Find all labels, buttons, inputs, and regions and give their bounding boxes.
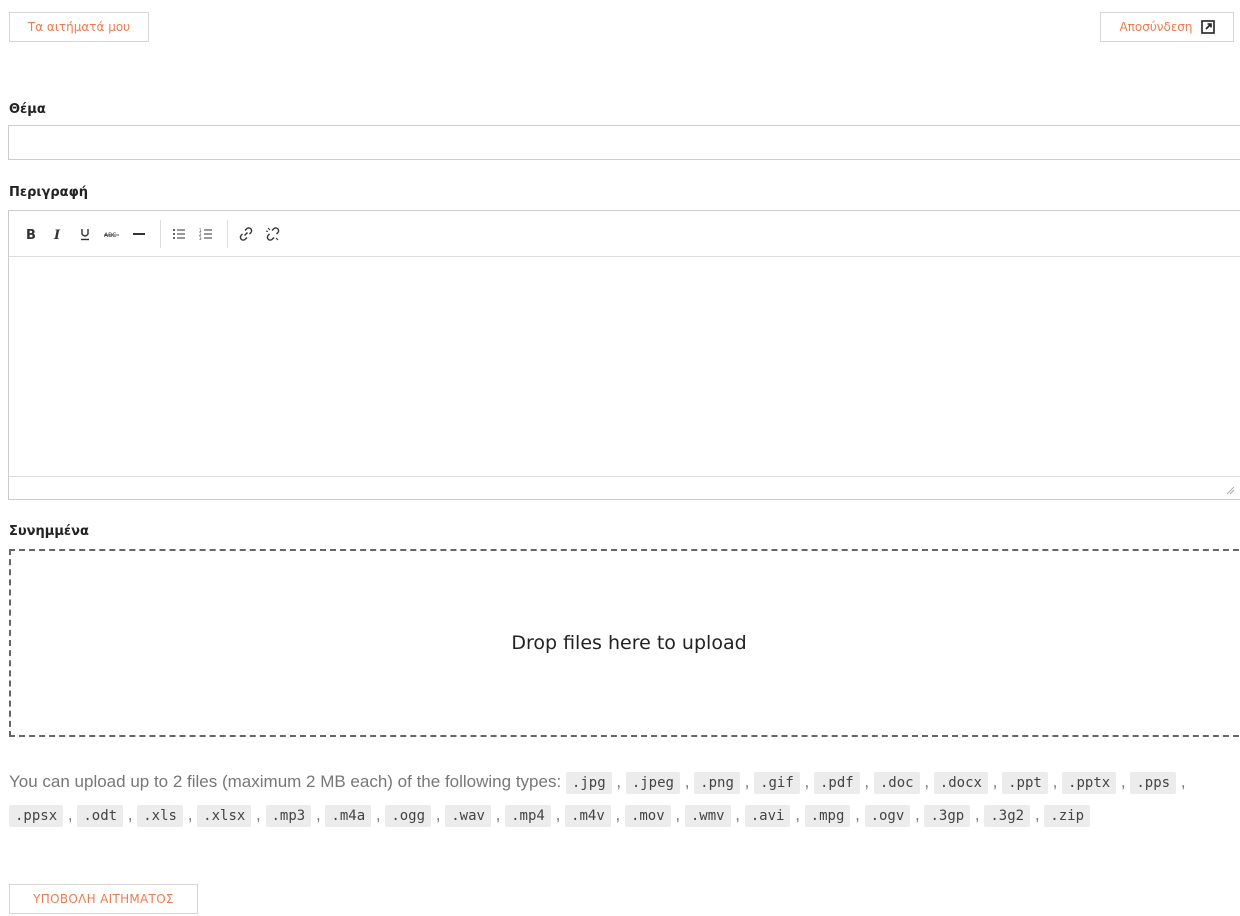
file-type-tag: .png xyxy=(694,772,740,794)
numbered-list-icon: 123 xyxy=(199,228,212,241)
file-type-tag: .wav xyxy=(445,805,491,827)
numbered-list-button[interactable]: 123 xyxy=(194,222,218,246)
bullet-list-icon xyxy=(173,228,185,239)
file-type-tag: .avi xyxy=(744,805,791,827)
strikethrough-icon: ABC xyxy=(104,232,119,239)
toolbar-separator xyxy=(227,219,228,248)
unlink-button[interactable] xyxy=(261,222,285,246)
resize-handle-icon[interactable] xyxy=(1225,485,1235,495)
bold-icon: B xyxy=(26,228,36,241)
attachments-label: Συνημμένα xyxy=(9,524,89,539)
editor-content-area[interactable] xyxy=(9,257,1240,477)
underline-button[interactable] xyxy=(73,222,97,246)
file-type-tag: .mp3 xyxy=(265,805,312,827)
logout-button[interactable]: Αποσύνδεση xyxy=(1100,12,1234,42)
file-type-tag: .m4v xyxy=(565,805,611,827)
dropzone-text: Drop files here to upload xyxy=(511,632,747,654)
file-type-tag: .jpg xyxy=(565,772,612,794)
file-type-tag: .ppt xyxy=(1002,772,1048,794)
file-type-tag: .mpg xyxy=(804,805,851,827)
subject-input[interactable] xyxy=(8,125,1240,160)
italic-icon: I xyxy=(53,228,61,241)
link-icon xyxy=(239,226,253,241)
unlink-icon xyxy=(265,226,280,241)
file-type-tag: .3gp xyxy=(924,805,971,827)
file-type-tag: .gif xyxy=(754,772,800,794)
file-type-tag: .doc xyxy=(873,772,920,794)
description-editor: B I ABC 123 xyxy=(8,210,1240,500)
file-type-tag: .xls xyxy=(137,805,183,827)
italic-button[interactable]: I xyxy=(46,222,70,246)
file-dropzone[interactable]: Drop files here to upload xyxy=(9,549,1240,737)
link-button[interactable] xyxy=(234,222,258,246)
external-link-icon xyxy=(1200,20,1215,34)
file-type-tag: .3g2 xyxy=(984,805,1031,827)
subject-label: Θέμα xyxy=(9,102,46,117)
strikethrough-button[interactable]: ABC xyxy=(100,222,124,246)
logout-label: Αποσύνδεση xyxy=(1119,20,1193,34)
file-type-tag: .ppsx xyxy=(9,805,64,827)
svg-text:3: 3 xyxy=(199,236,202,241)
upload-info-text: You can upload up to 2 files (maximum 2 … xyxy=(9,772,562,791)
my-tickets-button[interactable]: Τα αιτήματά μου xyxy=(9,12,149,42)
submit-ticket-button[interactable]: ΥΠΟΒΟΛΗ ΑΙΤΗΜΑΤΟΣ xyxy=(9,884,198,914)
description-label: Περιγραφή xyxy=(9,185,89,200)
svg-text:ABC: ABC xyxy=(104,232,116,239)
svg-text:I: I xyxy=(53,228,61,241)
submit-label: ΥΠΟΒΟΛΗ ΑΙΤΗΜΑΤΟΣ xyxy=(33,892,174,906)
file-type-tag: .mov xyxy=(624,805,671,827)
toolbar-separator xyxy=(160,219,161,248)
file-type-tag: .pdf xyxy=(813,772,860,794)
bullet-list-button[interactable] xyxy=(167,222,191,246)
file-type-tag: .zip xyxy=(1044,805,1090,827)
file-type-tag: .jpeg xyxy=(625,772,680,794)
underline-icon xyxy=(81,228,89,240)
my-tickets-label: Τα αιτήματά μου xyxy=(27,20,131,34)
file-type-tag: .mp4 xyxy=(505,805,551,827)
bold-button[interactable]: B xyxy=(19,222,43,246)
file-type-tag: .wmv xyxy=(684,805,731,827)
file-type-tag: .pps xyxy=(1130,772,1177,794)
editor-statusbar xyxy=(9,476,1240,499)
svg-text:B: B xyxy=(26,228,36,241)
editor-toolbar: B I ABC 123 xyxy=(9,211,1240,257)
file-type-tag: .pptx xyxy=(1062,772,1117,794)
file-type-tag: .ogg xyxy=(385,805,432,827)
upload-info: You can upload up to 2 files (maximum 2 … xyxy=(9,766,1240,832)
file-type-tag: .xlsx xyxy=(197,805,252,827)
file-type-tag: .m4a xyxy=(325,805,372,827)
file-type-tag: .odt xyxy=(77,805,124,827)
file-type-tag: .ogv xyxy=(864,805,911,827)
horizontal-rule-button[interactable] xyxy=(127,222,151,246)
file-type-tag: .docx xyxy=(933,772,988,794)
horizontal-rule-icon xyxy=(133,232,145,235)
